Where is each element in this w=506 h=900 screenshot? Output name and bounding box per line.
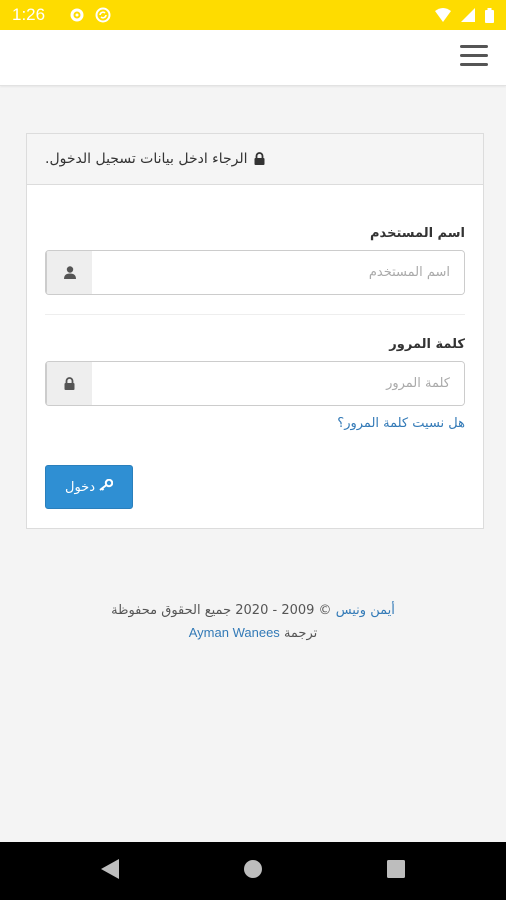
footer-copyright-line: أيمن ونيس © 2009 - 2020 جميع الحقوق محفو… bbox=[0, 600, 506, 622]
translation-label: ترجمة bbox=[283, 626, 318, 641]
back-icon[interactable] bbox=[101, 859, 119, 883]
copyright-text: © 2009 - 2020 جميع الحقوق محفوظة bbox=[111, 603, 332, 618]
password-input-group bbox=[45, 361, 465, 406]
status-time: 1:26 bbox=[12, 5, 46, 24]
footer: أيمن ونيس © 2009 - 2020 جميع الحقوق محفو… bbox=[0, 600, 506, 645]
status-left-group: 1:26 bbox=[12, 5, 111, 25]
forgot-password-link[interactable]: هل نسيت كلمة المرور؟ bbox=[337, 416, 465, 431]
lock-icon bbox=[46, 362, 92, 405]
home-icon[interactable] bbox=[243, 859, 263, 883]
password-input[interactable] bbox=[92, 362, 464, 405]
author-link[interactable]: أيمن ونيس bbox=[336, 603, 395, 618]
gear-icon bbox=[69, 7, 85, 23]
password-label: كلمة المرور bbox=[389, 337, 465, 352]
login-panel: الرجاء ادخل بيانات تسجيل الدخول. اسم الم… bbox=[26, 133, 484, 529]
wifi-icon bbox=[435, 8, 451, 22]
user-icon bbox=[46, 251, 92, 294]
hamburger-menu-icon[interactable] bbox=[460, 45, 488, 69]
username-label: اسم المستخدم bbox=[370, 226, 465, 241]
recents-icon[interactable] bbox=[387, 860, 405, 882]
username-input[interactable] bbox=[92, 251, 464, 294]
signal-icon bbox=[461, 8, 475, 22]
battery-icon bbox=[485, 7, 494, 23]
login-button[interactable]: دخول bbox=[45, 465, 133, 509]
app-bar bbox=[0, 30, 506, 86]
username-input-group bbox=[45, 250, 465, 295]
status-bar: 1:26 bbox=[0, 0, 506, 30]
footer-translation-line: ترجمة Ayman Wanees bbox=[0, 622, 506, 645]
panel-heading-text: الرجاء ادخل بيانات تسجيل الدخول. bbox=[45, 151, 248, 167]
sync-icon bbox=[95, 7, 111, 23]
status-right-group bbox=[435, 7, 494, 23]
translator-link[interactable]: Ayman Wanees bbox=[189, 625, 280, 640]
nav-bar bbox=[0, 842, 506, 900]
lock-icon bbox=[254, 150, 265, 169]
form-divider bbox=[45, 314, 465, 315]
panel-heading: الرجاء ادخل بيانات تسجيل الدخول. bbox=[27, 134, 483, 185]
login-button-label: دخول bbox=[65, 479, 95, 495]
key-icon bbox=[99, 478, 114, 495]
